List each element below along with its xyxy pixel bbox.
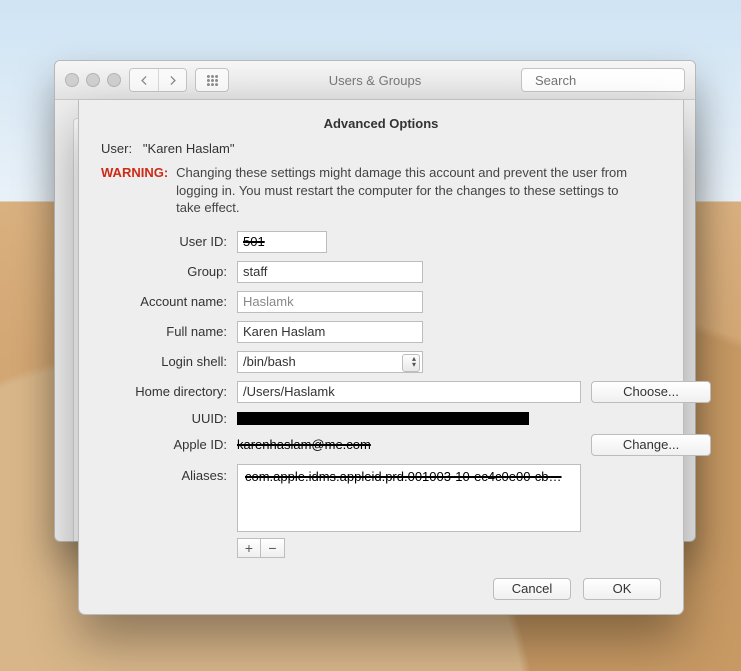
remove-alias-button[interactable]: −	[261, 538, 285, 558]
label-full-name: Full name:	[101, 324, 227, 339]
zoom-icon[interactable]	[107, 73, 121, 87]
warning-row: WARNING: Changing these settings might d…	[101, 164, 661, 217]
user-line: User: "Karen Haslam"	[101, 141, 661, 156]
alias-row[interactable]: com.apple.idms.appleid.prd.001003-10-ec4…	[242, 468, 576, 485]
label-login-shell: Login shell:	[101, 354, 227, 369]
back-button[interactable]	[130, 69, 158, 91]
label-apple-id: Apple ID:	[101, 437, 227, 452]
home-directory-field[interactable]	[237, 381, 581, 403]
apple-id-value: karenhaslam@me.com	[237, 437, 371, 452]
group-field[interactable]	[237, 261, 423, 283]
titlebar: Users & Groups	[55, 61, 695, 100]
minimize-icon[interactable]	[86, 73, 100, 87]
full-name-field[interactable]	[237, 321, 423, 343]
sheet-actions: Cancel OK	[101, 578, 661, 600]
user-value: "Karen Haslam"	[143, 141, 235, 156]
chevron-left-icon	[138, 74, 151, 87]
sheet-title: Advanced Options	[101, 116, 661, 131]
advanced-form: User ID: Group: Account name: Full name:…	[101, 231, 661, 558]
label-uuid: UUID:	[101, 411, 227, 426]
warning-label: WARNING:	[101, 164, 168, 217]
forward-button[interactable]	[158, 69, 186, 91]
label-user-id: User ID:	[101, 234, 227, 249]
search-field-wrap[interactable]	[521, 68, 685, 92]
show-all-button[interactable]	[195, 68, 229, 92]
account-name-field[interactable]	[237, 291, 423, 313]
window-controls	[65, 73, 121, 87]
choose-button[interactable]: Choose...	[591, 381, 711, 403]
alias-add-remove: + −	[237, 538, 581, 558]
close-icon[interactable]	[65, 73, 79, 87]
uuid-value-redacted	[237, 412, 529, 425]
cancel-button[interactable]: Cancel	[493, 578, 571, 600]
grid-icon	[206, 74, 219, 87]
warning-text: Changing these settings might damage thi…	[176, 164, 646, 217]
user-prefix: User:	[101, 141, 132, 156]
ok-button[interactable]: OK	[583, 578, 661, 600]
label-home-dir: Home directory:	[101, 384, 227, 399]
label-account-name: Account name:	[101, 294, 227, 309]
label-group: Group:	[101, 264, 227, 279]
search-input[interactable]	[533, 72, 696, 89]
chevron-right-icon	[166, 74, 179, 87]
user-id-field[interactable]	[237, 231, 327, 253]
nav-back-forward	[129, 68, 187, 92]
advanced-options-sheet: Advanced Options User: "Karen Haslam" WA…	[78, 100, 684, 615]
aliases-list[interactable]: com.apple.idms.appleid.prd.001003-10-ec4…	[237, 464, 581, 532]
login-shell-select[interactable]	[237, 351, 423, 373]
label-aliases: Aliases:	[101, 464, 227, 483]
change-button[interactable]: Change...	[591, 434, 711, 456]
add-alias-button[interactable]: +	[237, 538, 261, 558]
